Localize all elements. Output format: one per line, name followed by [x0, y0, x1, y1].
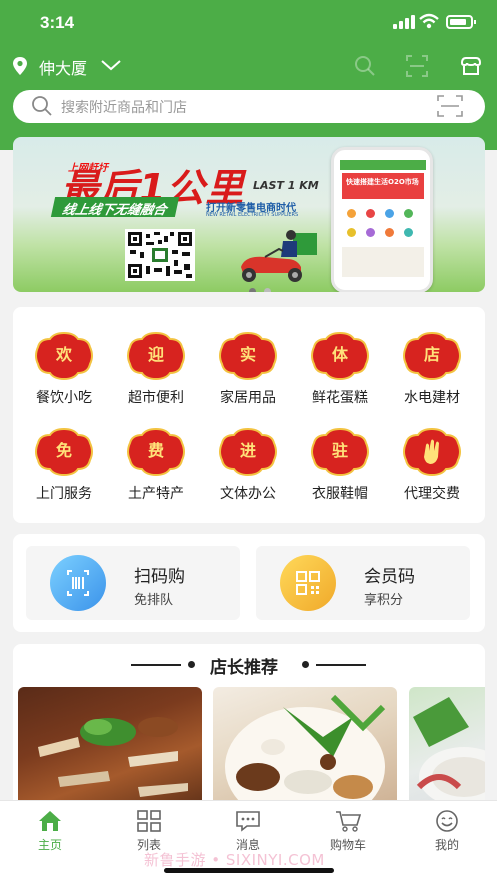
category-badge-text: 进: [239, 441, 256, 460]
category-badge-icon: 实: [218, 331, 278, 381]
category-label: 超市便利: [128, 390, 184, 406]
category-item[interactable]: 驻衣服鞋帽: [294, 427, 386, 517]
category-badge-icon: 免: [34, 427, 94, 477]
member-code-title: 会员码: [364, 567, 415, 587]
banner-slogan2-en: NEW RETAIL ELECTRICITY SUPPLIERS: [206, 212, 299, 218]
category-badge-text: 驻: [331, 441, 348, 460]
divider-dot: [188, 661, 195, 668]
divider-line: [131, 664, 181, 666]
promo-banner[interactable]: 上网赶圩 最后1公里 LAST 1 KM 线上线下无缝融合 打开新零售电商时代 …: [13, 137, 485, 292]
product-image-braised-meat[interactable]: [18, 687, 202, 814]
location-bar: 伸大厦: [0, 48, 497, 86]
message-icon: [236, 811, 260, 832]
home-icon: [39, 811, 61, 831]
category-item[interactable]: 免上门服务: [18, 427, 110, 517]
category-label: 餐饮小吃: [36, 390, 92, 406]
search-icon[interactable]: [353, 54, 377, 78]
scan-icon[interactable]: [405, 54, 429, 78]
tab-messages[interactable]: 消息: [213, 807, 283, 855]
category-badge-text: 店: [423, 345, 440, 364]
category-item[interactable]: 迎超市便利: [110, 331, 202, 421]
qr-code-image: [125, 229, 195, 281]
tab-home-label: 主页: [37, 838, 62, 852]
search-bar[interactable]: 搜索附近商品和门店: [13, 90, 485, 123]
category-item[interactable]: 代理交费: [386, 427, 478, 517]
product-image-hotpot[interactable]: [409, 687, 485, 814]
category-item[interactable]: 进文体办公: [202, 427, 294, 517]
divider-line: [316, 664, 366, 666]
banner-headline-en: LAST 1 KM: [253, 179, 319, 192]
category-badge-icon: 费: [126, 427, 186, 477]
category-label: 鲜花蛋糕: [312, 390, 368, 406]
category-label: 代理交费: [404, 486, 460, 502]
tab-list[interactable]: 列表: [114, 807, 184, 855]
scan-to-buy-title: 扫码购: [134, 567, 185, 587]
member-code-card[interactable]: 会员码 享积分: [256, 546, 470, 620]
scan-code-icon[interactable]: [437, 95, 463, 117]
battery-icon: [446, 15, 476, 29]
category-badge-icon: 迎: [126, 331, 186, 381]
divider-dot: [302, 661, 309, 668]
category-badge-icon: 进: [218, 427, 278, 477]
category-badge-icon: 欢: [34, 331, 94, 381]
location-pin-icon: [13, 57, 27, 75]
category-label: 上门服务: [36, 486, 92, 502]
category-badge-text: 欢: [55, 345, 72, 364]
category-item[interactable]: 店水电建材: [386, 331, 478, 421]
category-label: 家居用品: [220, 390, 276, 406]
barcode-scan-icon: [50, 555, 106, 611]
search-icon: [32, 96, 52, 116]
category-badge-text: 实: [239, 345, 256, 364]
category-badge-text: 体: [331, 345, 348, 364]
search-placeholder: 搜索附近商品和门店: [61, 100, 187, 116]
category-item[interactable]: 费土产特产: [110, 427, 202, 517]
current-location[interactable]: 伸大厦: [39, 55, 87, 79]
recommend-section: 店长推荐: [13, 644, 485, 814]
grid-icon: [137, 810, 161, 832]
category-badge-text: 迎: [147, 345, 164, 364]
qr-code-icon: [280, 555, 336, 611]
member-code-subtitle: 享积分: [364, 593, 404, 608]
category-badge-icon: 驻: [310, 427, 370, 477]
category-item[interactable]: 体鲜花蛋糕: [294, 331, 386, 421]
category-grid: 欢餐饮小吃迎超市便利实家居用品体鲜花蛋糕店水电建材免上门服务费土产特产进文体办公…: [13, 307, 485, 523]
banner-pager: [245, 280, 275, 292]
category-badge-icon: 店: [402, 331, 462, 381]
category-label: 文体办公: [220, 486, 276, 502]
hand-icon: [402, 427, 462, 477]
delivery-scooter-image: [241, 230, 317, 282]
product-image-seafood-plate[interactable]: [213, 687, 397, 814]
pager-dot: [264, 288, 271, 292]
cellular-signal-icon: [393, 15, 415, 29]
category-label: 水电建材: [404, 390, 460, 406]
category-badge-icon: 体: [310, 331, 370, 381]
phone-mockup-image: 快速搭建生活O2O市场: [331, 147, 433, 292]
tab-home[interactable]: 主页: [15, 807, 85, 855]
scan-to-buy-card[interactable]: 扫码购 免排队: [26, 546, 240, 620]
recommend-title: 店长推荐: [210, 658, 278, 678]
quick-actions: 扫码购 免排队 会员码 享积分: [13, 534, 485, 632]
status-time: 3:14: [40, 13, 75, 32]
category-item[interactable]: 欢餐饮小吃: [18, 331, 110, 421]
tab-profile[interactable]: 我的: [412, 807, 482, 855]
category-label: 土产特产: [128, 486, 184, 502]
category-badge-text: 免: [55, 441, 72, 460]
pager-dot-active: [249, 288, 256, 292]
chevron-down-icon[interactable]: [100, 58, 122, 72]
status-bar: 3:14: [0, 0, 497, 48]
shop-icon[interactable]: [459, 54, 483, 78]
banner-slogan: 线上线下无缝融合: [50, 197, 180, 218]
category-label: 衣服鞋帽: [312, 486, 368, 502]
scan-to-buy-subtitle: 免排队: [134, 593, 174, 608]
smile-icon: [436, 810, 458, 832]
wifi-icon: [419, 13, 439, 29]
category-badge-text: 费: [147, 441, 164, 460]
phone-banner-text: 快速搭建生活O2O市场: [346, 178, 419, 186]
cart-icon: [336, 811, 361, 832]
tab-profile-label: 我的: [434, 838, 459, 852]
home-indicator: [164, 868, 334, 873]
category-item[interactable]: 实家居用品: [202, 331, 294, 421]
tab-cart[interactable]: 购物车: [313, 807, 383, 855]
watermark: 新鲁手游 • SIXINYI.COM: [144, 851, 325, 869]
